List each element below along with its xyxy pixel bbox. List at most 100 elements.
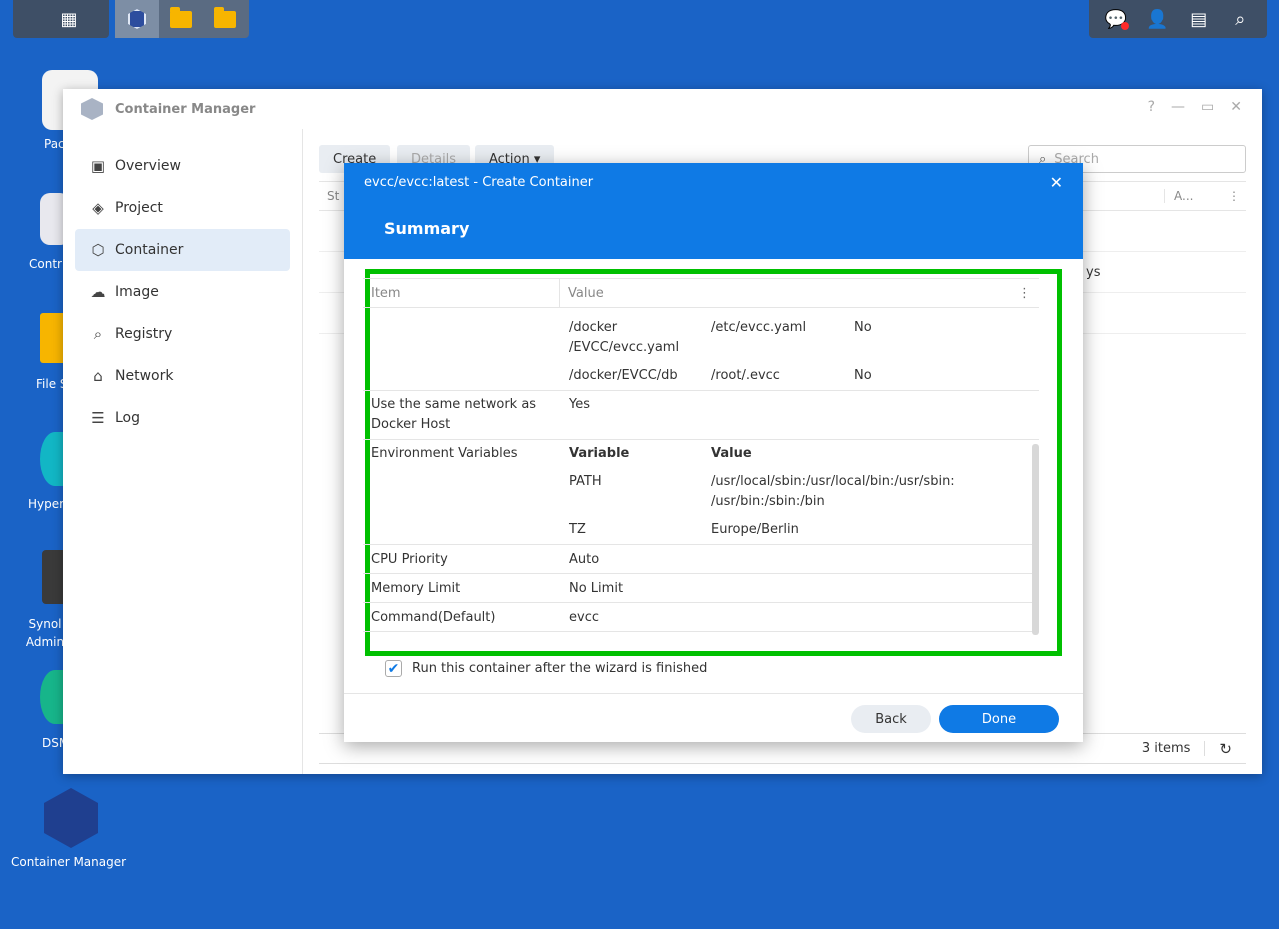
column-status[interactable]: St	[319, 189, 339, 203]
volume-mount-path: /root/.evcc	[711, 368, 780, 383]
folder-icon	[170, 6, 192, 28]
network-item-label: Use the same network as Docker Host	[371, 395, 536, 435]
volume-host-path: /docker/EVCC/db	[569, 368, 678, 383]
user-icon: 👤	[1146, 8, 1169, 30]
memory-value: No Limit	[569, 581, 624, 596]
scrollbar[interactable]	[1032, 444, 1039, 635]
taskbar-container-manager[interactable]	[115, 0, 159, 38]
sidebar-item-overview[interactable]: ▣ Overview	[75, 145, 290, 187]
list-icon: ☰	[91, 409, 105, 427]
sidebar-item-project[interactable]: ◈ Project	[75, 187, 290, 229]
sidebar-item-label: Project	[115, 200, 163, 216]
sidebar-item-container[interactable]: ⬡ Container	[75, 229, 290, 271]
minimize-icon[interactable]: —	[1171, 99, 1185, 115]
widgets-icon: ▤	[1190, 8, 1208, 30]
summary-row-env: Environment Variables Variable Value PAT…	[363, 440, 1039, 545]
volume-readonly: No	[854, 368, 872, 383]
sidebar-item-network[interactable]: ⌂ Network	[75, 355, 290, 397]
app-logo-icon	[81, 98, 103, 120]
command-value: evcc	[569, 610, 599, 625]
user-button[interactable]: 👤	[1137, 0, 1179, 38]
close-icon[interactable]: ✕	[1230, 99, 1242, 115]
search-icon: ⌕	[1235, 8, 1246, 30]
network-item-line: Docker Host	[371, 417, 451, 432]
env-var-value: /usr/local/sbin:/usr/local/bin:/usr/sbin…	[711, 472, 955, 512]
network-value: Yes	[569, 397, 590, 412]
run-after-label: Run this container after the wizard is f…	[412, 661, 708, 676]
volume-host-path: /docker /EVCC/evcc.yaml	[569, 318, 679, 358]
row-fragment: ys	[1086, 264, 1101, 280]
run-after-checkbox[interactable]: ✔	[385, 660, 402, 677]
sidebar-item-label: Container	[115, 242, 184, 258]
sidebar-item-label: Image	[115, 284, 159, 300]
network-item-line: Use the same network as	[371, 397, 537, 412]
taskbar-apps	[115, 0, 249, 38]
window-controls: ? — ▭ ✕	[1148, 99, 1242, 115]
taskbar-left: ▦	[13, 0, 109, 38]
container-manager-icon	[128, 9, 146, 29]
taskbar-file-station-1[interactable]	[159, 0, 203, 38]
dialog-header: evcc/evcc:latest - Create Container ✕ Su…	[344, 163, 1083, 259]
folder-icon	[214, 6, 236, 28]
notification-badge	[1120, 22, 1129, 30]
cpu-value: Auto	[569, 552, 600, 567]
column-menu-icon[interactable]: ⋮	[1018, 286, 1031, 301]
cube-icon: ⬡	[91, 241, 105, 259]
window-titlebar[interactable]: Container Manager	[63, 89, 1262, 129]
summary-table-header: Item Value ⋮	[363, 278, 1039, 308]
desktop-icon-label: Container Manager	[11, 855, 127, 869]
column-action[interactable]: A...	[1164, 189, 1222, 203]
help-icon[interactable]: ?	[1148, 99, 1155, 115]
env-var-value-line: /usr/local/sbin:/usr/local/bin:/usr/sbin…	[711, 474, 955, 489]
env-var-value: Europe/Berlin	[711, 522, 799, 537]
close-icon[interactable]: ✕	[1050, 173, 1063, 192]
done-button[interactable]: Done	[939, 705, 1059, 733]
summary-row-memory: Memory Limit No Limit	[363, 574, 1039, 603]
sidebar-item-label: Log	[115, 410, 141, 426]
item-count: 3 items	[1142, 741, 1206, 756]
registry-icon: ⌕	[93, 325, 103, 343]
search-button[interactable]: ⌕	[1220, 0, 1262, 38]
cloud-icon: ☁	[90, 283, 106, 301]
sidebar: ▣ Overview ◈ Project ⬡ Container ☁ Image…	[63, 129, 303, 774]
back-button[interactable]: Back	[851, 705, 931, 733]
column-value[interactable]: Value	[560, 286, 604, 301]
sidebar-item-registry[interactable]: ⌕ Registry	[75, 313, 290, 355]
main-menu-button[interactable]: ▦	[47, 0, 91, 38]
container-manager-icon	[44, 788, 98, 848]
memory-item-label: Memory Limit	[371, 581, 461, 596]
widgets-button[interactable]: ▤	[1178, 0, 1220, 38]
grid-icon: ▦	[60, 8, 78, 30]
sidebar-item-label: Registry	[115, 326, 173, 342]
env-var-name: TZ	[569, 522, 586, 537]
volume-mount-path: /etc/evcc.yaml	[711, 320, 807, 335]
env-col-variable: Variable	[569, 446, 630, 461]
dialog-title: evcc/evcc:latest - Create Container	[364, 175, 594, 190]
summary-row-cpu: CPU Priority Auto	[363, 545, 1039, 574]
step-title: Summary	[384, 219, 470, 238]
sidebar-item-label: Network	[115, 368, 174, 384]
overview-icon: ▣	[90, 157, 106, 175]
column-menu-icon[interactable]: ⋮	[1222, 189, 1246, 203]
volume-readonly: No	[854, 320, 872, 335]
refresh-icon[interactable]: ↻	[1205, 740, 1246, 758]
desktop-icon-label: Synol Admin	[25, 617, 65, 649]
sidebar-item-label: Overview	[115, 158, 181, 174]
maximize-icon[interactable]: ▭	[1201, 99, 1214, 115]
sidebar-item-log[interactable]: ☰ Log	[75, 397, 290, 439]
layers-icon: ◈	[92, 199, 104, 217]
notifications-button[interactable]: 💬	[1095, 0, 1137, 38]
taskbar-file-station-2[interactable]	[203, 0, 247, 38]
env-item-label: Environment Variables	[371, 446, 518, 461]
summary-row-network: Use the same network as Docker Host Yes	[363, 391, 1039, 440]
volume-host-line: /EVCC/evcc.yaml	[569, 340, 680, 355]
sidebar-item-image[interactable]: ☁ Image	[75, 271, 290, 313]
column-item[interactable]: Item	[363, 279, 560, 307]
run-after-option[interactable]: ✔ Run this container after the wizard is…	[385, 660, 707, 677]
checkmark-icon: ✔	[387, 660, 400, 677]
volume-host-line: /docker	[569, 320, 618, 335]
env-var-value-line: /usr/bin:/sbin:/bin	[711, 494, 825, 509]
cpu-item-label: CPU Priority	[371, 552, 448, 567]
env-col-value: Value	[711, 446, 752, 461]
summary-row-volumes: /docker /EVCC/evcc.yaml /etc/evcc.yaml N…	[363, 308, 1039, 391]
